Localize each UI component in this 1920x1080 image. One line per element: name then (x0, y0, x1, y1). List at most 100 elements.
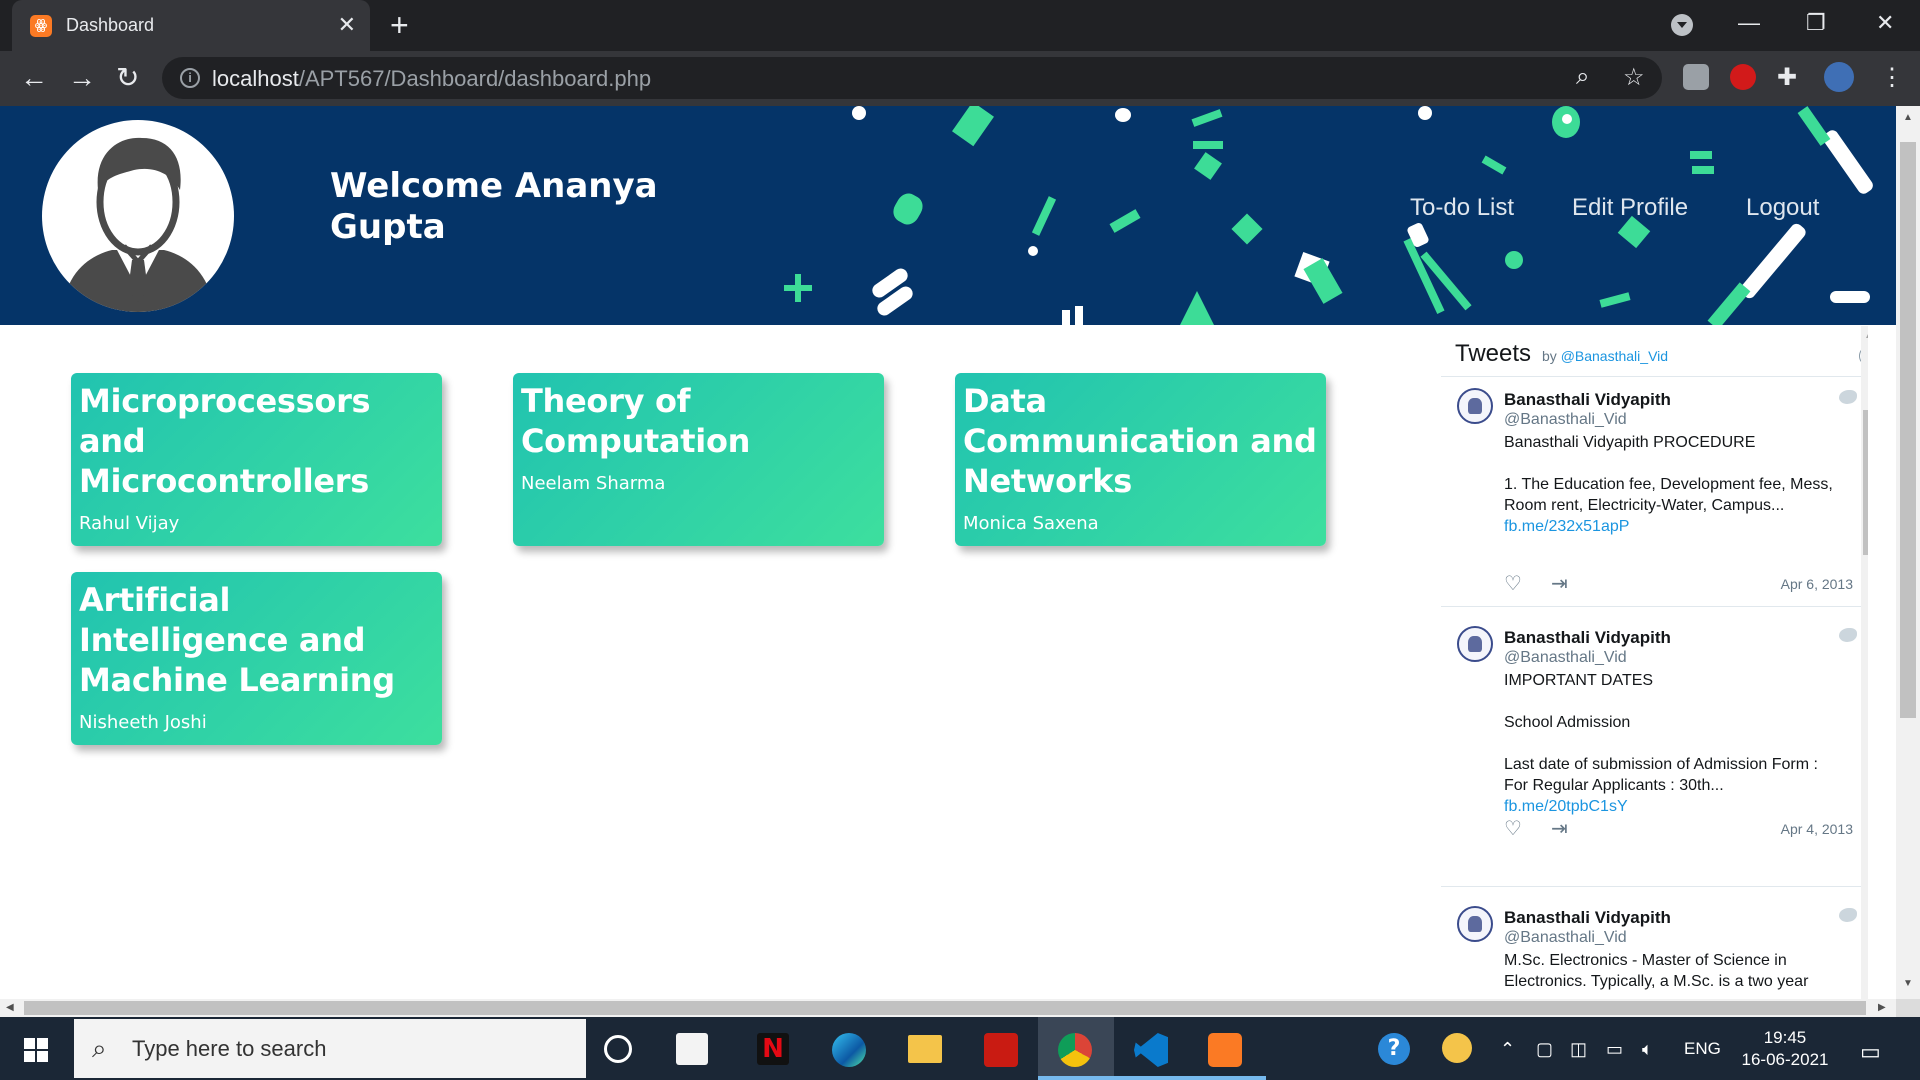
tweet-link[interactable]: fb.me/20tpbC1sY (1504, 798, 1628, 815)
tweet-avatar[interactable] (1457, 626, 1493, 662)
course-teacher: Monica Saxena (963, 513, 1099, 534)
page-horizontal-scrollbar-thumb[interactable] (24, 1001, 1866, 1015)
decor-shape (1303, 258, 1343, 304)
tweets-scrollbar-thumb[interactable] (1863, 410, 1868, 555)
scroll-down-arrow-icon[interactable]: ▼ (1903, 978, 1913, 989)
tweet-date[interactable]: Apr 4, 2013 (1773, 821, 1853, 837)
address-bar[interactable]: i localhost/APT567/Dashboard/dashboard.p… (162, 57, 1662, 99)
forward-arrow-icon[interactable]: → (68, 61, 96, 95)
windows-start-icon[interactable] (24, 1038, 48, 1062)
tweets-handle-link[interactable]: @Banasthali_Vid (1561, 348, 1668, 364)
tab-search-icon[interactable] (1671, 14, 1693, 36)
site-info-icon[interactable]: i (180, 68, 200, 88)
tweets-title: Tweets (1455, 340, 1532, 367)
menu-kebab-icon[interactable]: ⋮ (1880, 61, 1904, 95)
tab-close-icon[interactable]: ✕ (338, 12, 356, 38)
decor-shape (784, 285, 812, 291)
nav-todo-list[interactable]: To-do List (1410, 194, 1514, 222)
tweet-author-handle[interactable]: @Banasthali_Vid (1504, 411, 1627, 429)
tweet-author-name[interactable]: Banasthali Vidyapith (1504, 628, 1671, 648)
browser-toolbar: ← → ↻ i localhost/APT567/Dashboard/dashb… (0, 51, 1920, 106)
back-arrow-icon[interactable]: ← (20, 61, 48, 95)
tweet-item[interactable]: Banasthali Vidyapith @Banasthali_Vid Ban… (1441, 378, 1861, 604)
puzzle-extensions-icon[interactable]: ✚ (1777, 61, 1797, 95)
volume-icon[interactable]: 🔈︎ (1642, 1039, 1653, 1060)
acrobat-icon[interactable] (984, 1033, 1018, 1067)
language-indicator[interactable]: ENG (1684, 1039, 1721, 1059)
tweet-author-name[interactable]: Banasthali Vidyapith (1504, 908, 1671, 928)
scroll-left-arrow-icon[interactable]: ◀ (6, 1002, 14, 1013)
scroll-up-arrow-icon[interactable]: ▲ (1903, 112, 1913, 123)
device-icon[interactable]: ▢ (1536, 1039, 1553, 1060)
new-tab-button[interactable]: + (390, 8, 409, 42)
tweet-author-handle[interactable]: @Banasthali_Vid (1504, 649, 1627, 667)
tweet-date[interactable]: Apr 6, 2013 (1773, 576, 1853, 592)
course-title: Data Communication and Networks (963, 382, 1317, 500)
tweet-item[interactable]: Banasthali Vidyapith @Banasthali_Vid IMP… (1441, 616, 1861, 842)
file-explorer-icon[interactable] (908, 1035, 942, 1063)
decor-shape (852, 106, 866, 120)
page-horizontal-scrollbar[interactable]: ◀ ▶ (0, 999, 1896, 1017)
help-icon[interactable]: ? (1378, 1033, 1410, 1065)
network-icon[interactable]: ◫ (1570, 1039, 1587, 1060)
tweet-item[interactable]: Banasthali Vidyapith @Banasthali_Vid M.S… (1441, 896, 1861, 999)
decor-shape (1707, 282, 1751, 325)
adblock-icon[interactable] (1730, 64, 1756, 90)
nav-edit-profile[interactable]: Edit Profile (1572, 194, 1688, 222)
edge-icon[interactable] (832, 1033, 866, 1067)
decor-shape (1599, 292, 1631, 308)
reload-icon[interactable]: ↻ (116, 61, 139, 95)
page-vertical-scrollbar-thumb[interactable] (1900, 142, 1916, 718)
extension-icon[interactable] (1683, 64, 1709, 90)
scroll-right-arrow-icon[interactable]: ▶ (1878, 1002, 1886, 1013)
store-icon[interactable] (676, 1033, 708, 1065)
profile-avatar-icon[interactable] (1824, 62, 1854, 92)
course-card[interactable]: Microprocessors and Microcontrollers Rah… (71, 373, 442, 546)
course-card[interactable]: Data Communication and Networks Monica S… (955, 373, 1326, 546)
decor-shape (1505, 251, 1523, 269)
vscode-icon[interactable] (1134, 1033, 1168, 1067)
share-icon[interactable]: ⇥ (1551, 571, 1568, 596)
weather-moon-icon[interactable] (1442, 1033, 1472, 1063)
tweet-author-handle[interactable]: @Banasthali_Vid (1504, 929, 1627, 947)
twitter-bird-icon (1839, 908, 1857, 922)
tweet-avatar[interactable] (1457, 906, 1493, 942)
notifications-icon[interactable]: ▭ (1860, 1039, 1881, 1065)
bookmark-star-icon[interactable]: ☆ (1623, 63, 1645, 92)
share-icon[interactable]: ⇥ (1551, 816, 1568, 841)
tweet-author-name[interactable]: Banasthali Vidyapith (1504, 390, 1671, 410)
windows-taskbar: ⌕ Type here to search N ? ⌃ ▢ ◫ ▭ 🔈︎ ENG… (0, 1017, 1920, 1080)
tweet-avatar[interactable] (1457, 388, 1493, 424)
cortana-icon[interactable] (604, 1035, 632, 1063)
like-heart-icon[interactable]: ♡ (1504, 571, 1522, 596)
restore-button[interactable]: ❐ (1806, 10, 1826, 36)
course-card[interactable]: Artificial Intelligence and Machine Lear… (71, 572, 442, 745)
decor-shape (889, 189, 927, 229)
xampp-icon[interactable] (1208, 1033, 1242, 1067)
scroll-up-arrow-icon[interactable]: ▲ (1864, 330, 1868, 341)
tab-dashboard[interactable]: ꙮ Dashboard ✕ (12, 0, 370, 51)
tweet-text: Banasthali Vidyapith PROCEDURE 1. The Ed… (1504, 434, 1833, 535)
tweets-by: by @Banasthali_Vid (1542, 348, 1669, 364)
system-clock[interactable]: 19:45 16-06-2021 (1730, 1027, 1840, 1071)
tweet-link[interactable]: fb.me/232x51apP (1504, 518, 1629, 535)
battery-icon[interactable]: ▭ (1606, 1039, 1623, 1060)
url-text[interactable]: localhost/APT567/Dashboard/dashboard.php (212, 66, 651, 92)
clock-time: 19:45 (1763, 1028, 1807, 1047)
close-window-button[interactable]: ✕ (1876, 10, 1894, 36)
show-hidden-icons-icon[interactable]: ⌃ (1500, 1039, 1515, 1060)
welcome-heading: Welcome Ananya Gupta (330, 166, 658, 247)
like-heart-icon[interactable]: ♡ (1504, 816, 1522, 841)
netflix-icon[interactable]: N (757, 1033, 789, 1065)
nav-logout[interactable]: Logout (1746, 194, 1819, 222)
profile-avatar[interactable] (42, 120, 234, 312)
tab-title: Dashboard (66, 15, 155, 35)
taskbar-search-box[interactable]: ⌕ Type here to search (74, 1019, 586, 1078)
zoom-icon[interactable]: ⌕ (1576, 63, 1589, 91)
decor-shape (1797, 106, 1831, 146)
page-vertical-scrollbar[interactable]: ▲ ▼ (1896, 106, 1920, 999)
course-card[interactable]: Theory of Computation Neelam Sharma (513, 373, 884, 546)
chrome-icon[interactable] (1058, 1033, 1092, 1067)
minimize-button[interactable]: — (1738, 10, 1760, 36)
tweets-scrollbar[interactable]: ▲ (1861, 326, 1868, 999)
